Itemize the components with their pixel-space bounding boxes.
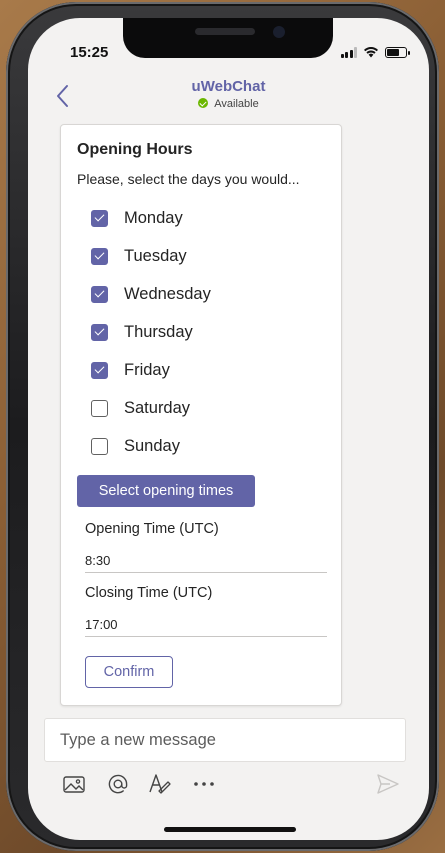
- select-opening-times-button[interactable]: Select opening times: [77, 475, 255, 507]
- day-label: Friday: [124, 360, 170, 379]
- day-label: Thursday: [124, 322, 193, 341]
- checkbox-friday[interactable]: [91, 361, 108, 379]
- signal-icon: [340, 47, 357, 58]
- day-row-saturday[interactable]: Saturday: [91, 395, 190, 421]
- presence-status: Available: [28, 98, 429, 110]
- card-subtitle: Please, select the days you would...: [77, 171, 300, 187]
- day-label: Wednesday: [124, 284, 211, 303]
- confirm-button[interactable]: Confirm: [85, 656, 173, 688]
- battery-level: [387, 49, 399, 56]
- message-compose-box[interactable]: Type a new message: [44, 718, 406, 762]
- battery-icon: [385, 47, 410, 58]
- status-icons: [340, 46, 410, 58]
- adaptive-card: Opening Hours Please, select the days yo…: [60, 124, 342, 706]
- day-row-friday[interactable]: Friday: [91, 357, 170, 383]
- phone-frame: 15:25 uWebChat Available Opening Hours P…: [6, 2, 439, 851]
- closing-time-label: Closing Time (UTC): [85, 585, 213, 601]
- home-indicator: [164, 827, 296, 832]
- checkbox-sunday[interactable]: [91, 437, 108, 455]
- screen: 15:25 uWebChat Available Opening Hours P…: [28, 18, 429, 840]
- day-label: Saturday: [124, 398, 191, 417]
- opening-time-label: Opening Time (UTC): [85, 521, 219, 537]
- camera: [273, 26, 285, 38]
- day-label: Tuesday: [124, 246, 187, 265]
- checkbox-thursday[interactable]: [91, 323, 108, 341]
- status-time: 15:25: [70, 44, 109, 61]
- presence-label: Available: [214, 98, 259, 110]
- more-icon[interactable]: [190, 770, 218, 798]
- compose-toolbar: [28, 770, 429, 806]
- mention-icon[interactable]: [104, 770, 132, 798]
- checkbox-monday[interactable]: [91, 209, 108, 227]
- closing-time-input[interactable]: 17:00: [85, 611, 327, 637]
- day-row-wednesday[interactable]: Wednesday: [91, 281, 211, 307]
- checkbox-saturday[interactable]: [91, 399, 108, 417]
- image-icon[interactable]: [60, 770, 88, 798]
- day-row-sunday[interactable]: Sunday: [91, 433, 180, 459]
- opening-time-input[interactable]: 8:30: [85, 547, 327, 573]
- day-label: Sunday: [124, 436, 180, 455]
- chat-header: uWebChat Available: [28, 76, 429, 126]
- wifi-icon: [364, 47, 378, 58]
- presence-available-icon: [198, 98, 209, 108]
- chat-title[interactable]: uWebChat: [28, 78, 429, 95]
- day-row-tuesday[interactable]: Tuesday: [91, 243, 187, 269]
- notch: [123, 18, 333, 58]
- send-icon[interactable]: [374, 770, 402, 798]
- chat-area: Opening Hours Please, select the days yo…: [28, 122, 429, 718]
- card-title: Opening Hours: [77, 141, 193, 158]
- day-row-thursday[interactable]: Thursday: [91, 319, 193, 345]
- speaker: [195, 28, 255, 35]
- format-icon[interactable]: [146, 770, 174, 798]
- day-label: Monday: [124, 208, 183, 227]
- checkbox-tuesday[interactable]: [91, 247, 108, 265]
- compose-placeholder: Type a new message: [60, 731, 216, 749]
- day-row-monday[interactable]: Monday: [91, 205, 183, 231]
- checkbox-wednesday[interactable]: [91, 285, 108, 303]
